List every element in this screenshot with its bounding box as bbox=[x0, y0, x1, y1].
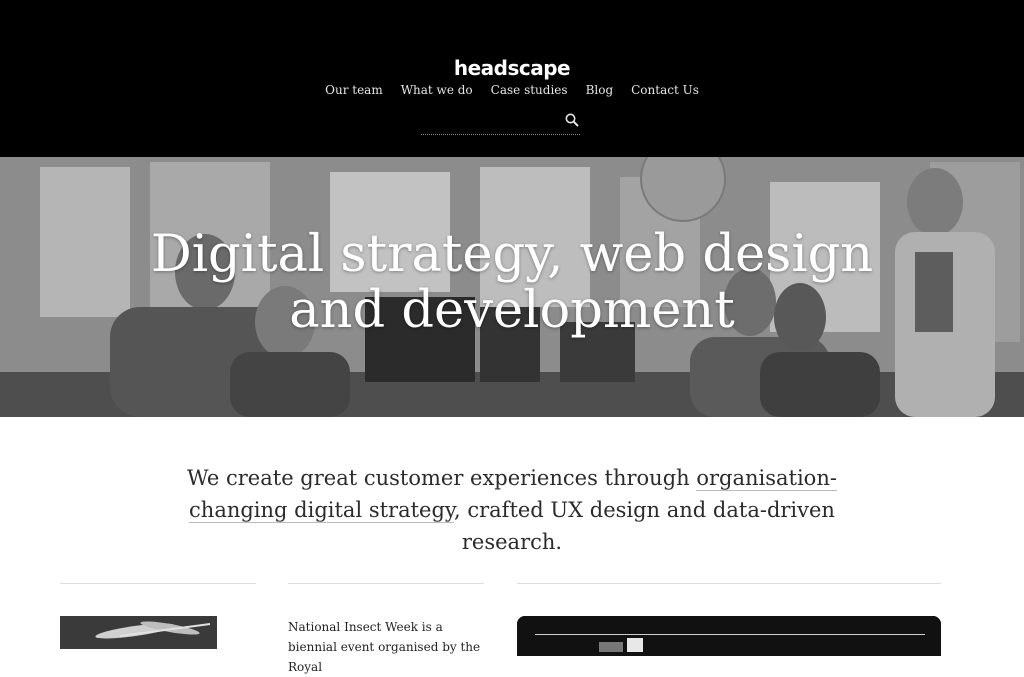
hero-title-line2: and development bbox=[289, 281, 735, 340]
intro-text-before: We create great customer experiences thr… bbox=[187, 466, 697, 490]
search-bar bbox=[421, 110, 580, 135]
intro-paragraph: We create great customer experiences thr… bbox=[142, 462, 882, 558]
hero-title-line1: Digital strategy, web design bbox=[150, 225, 874, 284]
insect-week-thumbnail[interactable] bbox=[60, 616, 217, 649]
intro-statement: We create great customer experiences thr… bbox=[0, 462, 1024, 558]
hero-title: Digital strategy, web design and develop… bbox=[0, 227, 1024, 339]
nav-what-we-do[interactable]: What we do bbox=[401, 83, 473, 97]
dragonfly-image bbox=[60, 616, 217, 649]
column-divider bbox=[517, 583, 941, 584]
site-logo[interactable]: headscape bbox=[0, 56, 1024, 80]
case-study-device-image[interactable] bbox=[517, 616, 941, 656]
nav-case-studies[interactable]: Case studies bbox=[491, 83, 568, 97]
device-screen bbox=[517, 616, 941, 656]
main-nav: Our team What we do Case studies Blog Co… bbox=[0, 83, 1024, 97]
nav-contact-us[interactable]: Contact Us bbox=[631, 83, 699, 97]
column-divider bbox=[60, 583, 256, 584]
feature-description: National Insect Week is a biennial event… bbox=[288, 620, 481, 674]
search-icon[interactable] bbox=[564, 112, 580, 128]
nav-blog[interactable]: Blog bbox=[586, 83, 614, 97]
search-input[interactable] bbox=[421, 110, 560, 134]
hero-banner: Digital strategy, web design and develop… bbox=[0, 157, 1024, 417]
site-header: headscape Our team What we do Case studi… bbox=[0, 0, 1024, 157]
nav-our-team[interactable]: Our team bbox=[325, 83, 383, 97]
column-divider bbox=[288, 583, 484, 584]
intro-text-after: , crafted UX design and data-driven rese… bbox=[454, 498, 835, 554]
